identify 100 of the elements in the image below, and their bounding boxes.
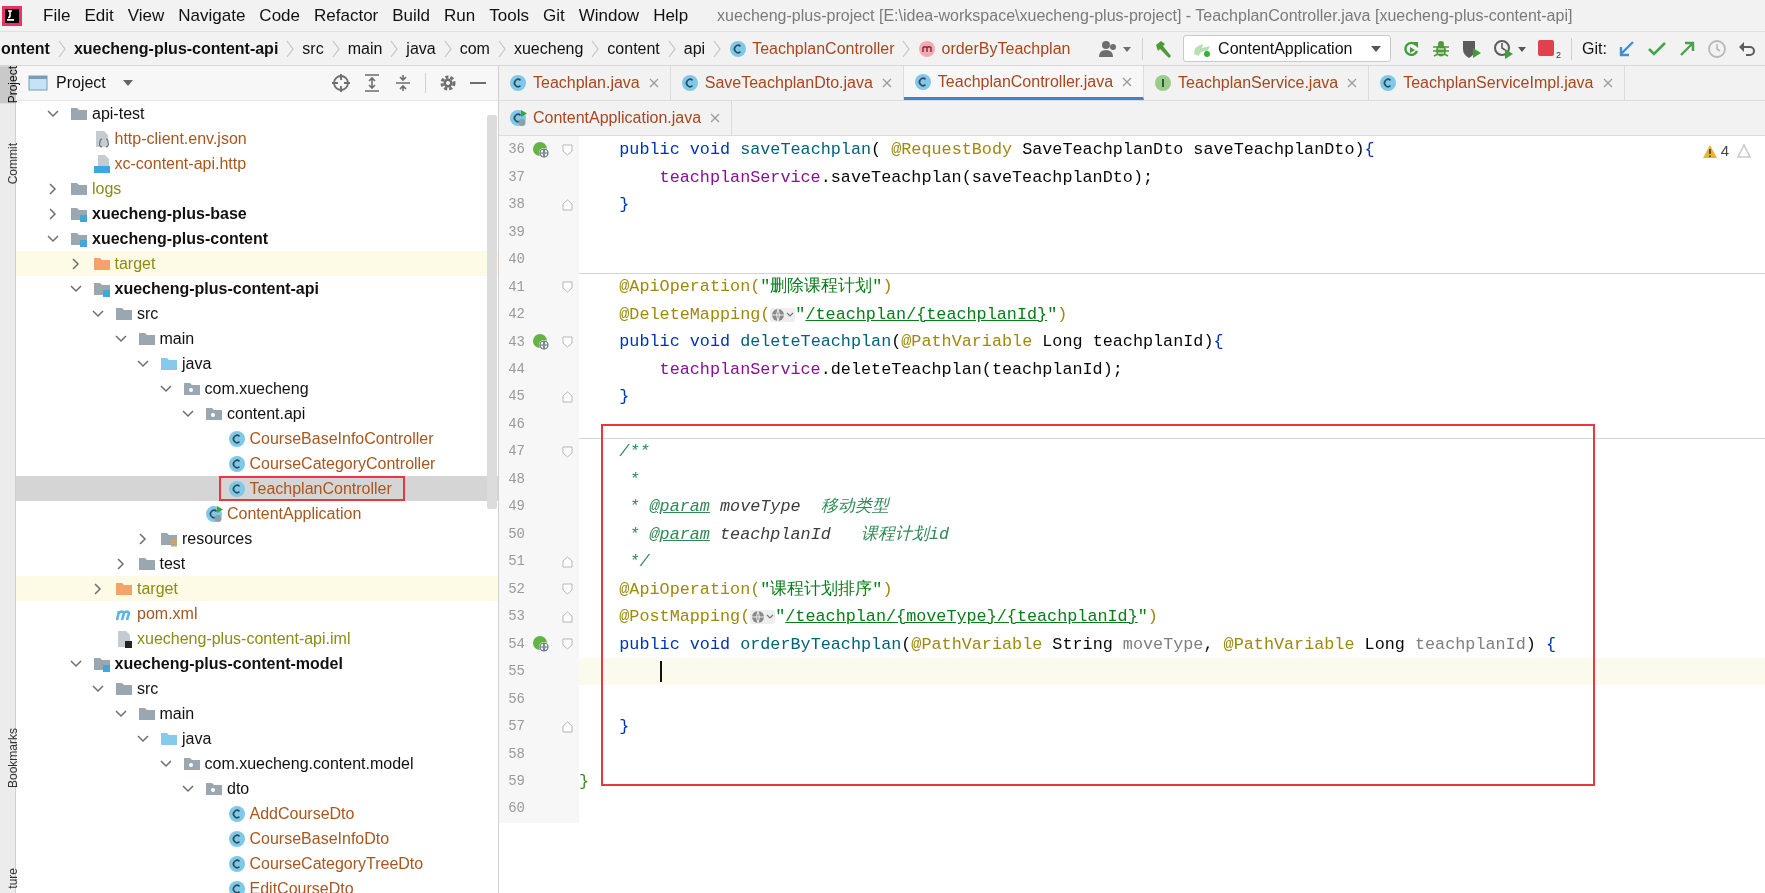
tree-item[interactable]: com.xuecheng.content.model: [16, 751, 498, 776]
tree-item[interactable]: api-test: [16, 101, 498, 126]
run-configuration-dropdown[interactable]: ContentApplication: [1183, 35, 1392, 62]
class-icon: [205, 504, 223, 523]
menu-item[interactable]: Code: [252, 0, 307, 31]
tree-item[interactable]: java: [16, 351, 498, 376]
code-line: public void orderByTeachplan(@PathVariable String moveType, @PathVariable Long teachplanId) {: [618, 633, 1556, 656]
code-line: public void saveTeachplan( @RequestBody SaveTeachplanDto saveTeachplanDto){: [618, 139, 1375, 162]
tree-item[interactable]: xuecheng-plus-content-model: [16, 651, 498, 676]
tree-item[interactable]: CourseCategoryController: [16, 451, 498, 476]
tree-item[interactable]: EditCourseDto: [16, 876, 498, 893]
tree-item[interactable]: resources: [16, 526, 498, 551]
tree-item[interactable]: src: [16, 301, 498, 326]
breadcrumb-item[interactable]: xuecheng-plus-content-api: [70, 36, 282, 61]
tree-item[interactable]: CourseCategoryTreeDto: [16, 851, 498, 876]
tree-item[interactable]: xuecheng-plus-base: [16, 201, 498, 226]
interface-icon: [1154, 74, 1173, 92]
line-number: 41: [507, 277, 525, 297]
menu-item[interactable]: View: [120, 0, 172, 31]
tool-window-tab[interactable]: Bookmarks: [0, 728, 16, 789]
tree-item[interactable]: target: [16, 576, 498, 601]
breadcrumb-item[interactable]: TeachplanController: [726, 36, 898, 61]
editor-tab[interactable]: TeachplanController.java: [903, 66, 1145, 100]
folder-icon: [160, 355, 178, 372]
class-icon: [227, 829, 246, 848]
tree-item[interactable]: http-client.env.json: [16, 126, 498, 151]
tree-item[interactable]: test: [16, 551, 498, 576]
breadcrumb-item[interactable]: src: [299, 36, 327, 61]
tree-item[interactable]: src: [16, 676, 498, 701]
breadcrumb-item[interactable]: orderByTeachplan: [915, 36, 1074, 61]
tree-item[interactable]: dto: [16, 776, 498, 801]
tree-item[interactable]: com.xuecheng: [16, 376, 498, 401]
tree-item[interactable]: java: [16, 726, 498, 751]
tool-window-tab[interactable]: ture: [0, 868, 16, 889]
line-number: 53: [507, 607, 525, 627]
line-number: 43: [507, 332, 525, 352]
menu-item[interactable]: Build: [385, 0, 438, 31]
code-line: /**: [618, 441, 650, 464]
breadcrumb-item[interactable]: xuecheng: [510, 36, 587, 61]
method-icon: [918, 39, 937, 58]
menu-item[interactable]: File: [36, 0, 78, 31]
folder-icon: [115, 305, 133, 322]
breadcrumb-item[interactable]: ontent: [0, 36, 53, 61]
tree-item[interactable]: TeachplanController: [16, 476, 498, 501]
line-number: 39: [507, 222, 525, 242]
line-number: 50: [507, 524, 525, 544]
tree-item[interactable]: logs: [16, 176, 498, 201]
package-icon: [182, 755, 201, 772]
line-number: 55: [507, 662, 525, 682]
arrow-icon: [1617, 38, 1637, 59]
tool-window-tab[interactable]: Commit: [0, 143, 16, 185]
code-line: @ApiOperation("课程计划排序"): [618, 578, 893, 601]
warning-icon: [1701, 143, 1718, 159]
breadcrumb-item[interactable]: content: [604, 36, 663, 61]
line-number: 56: [507, 689, 525, 709]
menu-item[interactable]: Edit: [77, 0, 121, 31]
folder-icon: [137, 330, 156, 347]
breadcrumb-item[interactable]: api: [680, 36, 709, 61]
menu-item[interactable]: Git: [535, 0, 572, 31]
editor-tab[interactable]: SaveTeachplanDto.java: [670, 66, 904, 100]
breadcrumb-item[interactable]: main: [344, 36, 386, 61]
line-number: 38: [507, 195, 525, 215]
bug-icon: [1431, 38, 1452, 59]
class-icon: [227, 479, 246, 498]
code-line: teachplanService.saveTeachplan(saveTeachplanDto);: [658, 166, 1154, 189]
menu-item[interactable]: Navigate: [171, 0, 253, 31]
tree-item[interactable]: ContentApplication: [16, 501, 498, 526]
class-icon: [227, 879, 246, 893]
tree-item[interactable]: xuecheng-plus-content-api: [16, 276, 498, 301]
globe-icon: [771, 307, 786, 322]
tree-item[interactable]: CourseBaseInfoController: [16, 426, 498, 451]
editor-tab[interactable]: TeachplanService.java: [1144, 66, 1370, 100]
editor-tab[interactable]: ContentApplication.java: [499, 101, 733, 135]
tree-item[interactable]: pom.xml: [16, 601, 498, 626]
scrollbar-thumb[interactable]: [487, 115, 497, 509]
breadcrumb-item[interactable]: com: [456, 36, 493, 61]
editor-tab[interactable]: TeachplanServiceImpl.java: [1369, 66, 1625, 100]
close-icon: [709, 112, 722, 124]
tree-item[interactable]: main: [16, 326, 498, 351]
menu-item[interactable]: Help: [646, 0, 696, 31]
tree-item[interactable]: CourseBaseInfoDto: [16, 826, 498, 851]
editor-tab[interactable]: Teachplan.java: [499, 66, 671, 100]
tree-item[interactable]: xuecheng-plus-content: [16, 226, 498, 251]
menu-item[interactable]: Refactor: [307, 0, 386, 31]
folder-icon: [137, 705, 156, 722]
tree-item[interactable]: xuecheng-plus-content-api.iml: [16, 626, 498, 651]
tree-item[interactable]: AddCourseDto: [16, 801, 498, 826]
menu-item[interactable]: Window: [571, 0, 647, 31]
breadcrumb-item[interactable]: java: [403, 36, 439, 61]
warning-indicator[interactable]: 4: [1701, 140, 1729, 163]
line-number: 44: [507, 360, 525, 379]
class-icon: [227, 429, 246, 448]
tree-item[interactable]: main: [16, 701, 498, 726]
line-number: 37: [507, 167, 525, 187]
tree-item[interactable]: content.api: [16, 401, 498, 426]
tree-item[interactable]: xc-content-api.http: [16, 151, 498, 176]
window-title: xuecheng-plus-project [E:\idea-workspace\xuecheng-plus-project] - TeachplanController.java [xuecheng-plus-content-api]: [717, 5, 1573, 26]
menu-item[interactable]: Tools: [482, 0, 536, 31]
menu-item[interactable]: Run: [437, 0, 483, 31]
project-view-dropdown[interactable]: Project: [28, 71, 134, 95]
